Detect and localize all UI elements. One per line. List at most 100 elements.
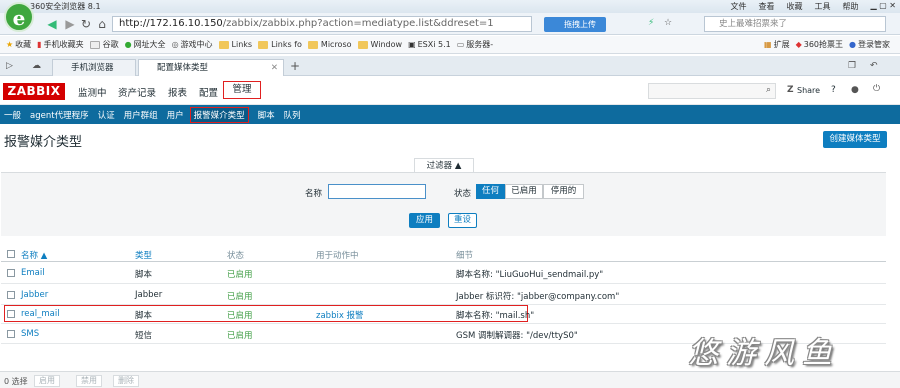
logout-icon[interactable]: ⏻ [873, 84, 880, 94]
bookmark-esxi[interactable]: ▣ ESXi 5.1 [408, 40, 451, 49]
menu-configuration[interactable]: 配置 [199, 85, 218, 99]
media-type-type: Jabber [135, 290, 163, 300]
subnav-queue[interactable]: 队列 [284, 109, 301, 121]
header-details: 细节 [456, 251, 474, 261]
subnav-proxies[interactable]: agent代理程序 [30, 109, 89, 121]
create-media-type-button[interactable]: 创建媒体类型 [823, 131, 887, 148]
menu-view[interactable]: 查看 [759, 1, 775, 12]
menu-file[interactable]: 文件 [731, 1, 747, 12]
media-type-type: 脚本 [135, 270, 153, 280]
refresh-icon[interactable]: ↻ [78, 16, 94, 32]
media-type-status[interactable]: 已启用 [227, 309, 253, 321]
subnav-general[interactable]: 一般 [4, 109, 21, 121]
browser-search-input[interactable]: 史上最难招票来了 [704, 16, 886, 32]
disable-button[interactable]: 禁用 [76, 375, 102, 387]
zabbix-search-input[interactable] [648, 83, 776, 99]
bookmark-google[interactable]: 谷歌 [89, 39, 119, 50]
media-type-status[interactable]: 已启用 [227, 329, 253, 341]
status-enabled-option[interactable]: 已启用 [505, 184, 543, 199]
subnav-scripts[interactable]: 脚本 [258, 109, 275, 121]
filter-name-input[interactable] [328, 184, 426, 199]
subnav-users[interactable]: 用户 [167, 109, 184, 121]
sidebar-toggle-icon[interactable]: ▷ [6, 61, 13, 71]
highlight-box [4, 305, 528, 322]
status-disabled-option[interactable]: 停用的 [543, 184, 584, 199]
forward-icon[interactable]: ▶ [62, 16, 78, 32]
page-title: 报警媒介类型 [4, 135, 83, 150]
menu-inventory[interactable]: 资产记录 [118, 85, 156, 99]
subnav-authentication[interactable]: 认证 [98, 109, 115, 121]
close-tab-icon[interactable]: ✕ [271, 60, 278, 76]
window-controls[interactable]: ▁ ▢ ✕ [871, 1, 897, 12]
tab-media-types[interactable]: 配置媒体类型 ✕ [138, 59, 284, 76]
star-icon[interactable]: ☆ [664, 18, 672, 28]
bookmark-ticket[interactable]: ◆ 360抢票王 [796, 39, 843, 50]
row-checkbox[interactable] [7, 269, 15, 277]
user-profile-icon[interactable]: ● [851, 85, 859, 95]
bookmark-login[interactable]: ● 登录管家 [849, 39, 890, 50]
header-divider [1, 261, 886, 262]
filter-tab[interactable]: 过滤器 ▲ [414, 158, 474, 173]
status-any-option[interactable]: 任何 [476, 184, 505, 199]
media-type-details: 脚本名称: "LiuGuoHui_sendmail.py" [456, 270, 604, 280]
home-icon[interactable]: ⌂ [94, 16, 110, 32]
subnav-user-groups[interactable]: 用户群组 [124, 109, 158, 121]
menu-tools[interactable]: 工具 [815, 1, 831, 12]
zabbix-logo[interactable]: ZABBIX [3, 83, 65, 100]
browser-title-bar: 360安全浏览器 8.1 文件 查看 收藏 工具 帮助 ▁ ▢ ✕ [0, 0, 900, 13]
back-icon[interactable]: ◀ [44, 16, 60, 32]
bookmark-extensions[interactable]: ▦ 扩展 [764, 39, 790, 50]
enable-button[interactable]: 启用 [34, 375, 60, 387]
media-type-details: Jabber 标识符: "jabber@company.com" [456, 292, 620, 302]
media-type-name-link[interactable]: Email [21, 268, 45, 278]
media-type-name-link[interactable]: real_mail [21, 309, 60, 319]
header-type[interactable]: 类型 [135, 249, 152, 261]
bookmark-favorites[interactable]: ★ 收藏 [6, 39, 31, 50]
row-checkbox[interactable] [7, 291, 15, 299]
select-all-checkbox[interactable] [7, 250, 15, 258]
bookmark-microsoft[interactable]: Microso [307, 40, 352, 49]
media-type-name-link[interactable]: Jabber [21, 290, 48, 300]
filter-status-label: 状态 [454, 189, 472, 199]
watermark: 悠游风鱼 [688, 336, 840, 371]
help-icon[interactable]: ? [831, 85, 836, 95]
media-type-action[interactable]: zabbix 报警 [316, 309, 364, 321]
search-icon[interactable]: ⌕ [766, 85, 771, 95]
menu-reports[interactable]: 报表 [168, 85, 187, 99]
undo-icon[interactable]: ↶ [870, 61, 878, 71]
zabbix-header: ZABBIX 监测中 资产记录 报表 配置 管理 ⌕ Z Share ? ● ⏻ [0, 77, 900, 105]
filter-apply-button[interactable]: 应用 [409, 213, 440, 228]
delete-button[interactable]: 删除 [113, 375, 139, 387]
cloud-icon[interactable]: ☁ [32, 61, 41, 71]
tab-mobile-browser[interactable]: 手机浏览器 [52, 59, 136, 76]
sub-navigation: 一般 agent代理程序 认证 用户群组 用户 报警媒介类型 脚本 队列 [0, 105, 900, 124]
url-host: http://172.16.10.150 [119, 18, 223, 29]
bookmark-sites[interactable]: ● 网址大全 [125, 39, 166, 50]
security-icon[interactable]: ⚡ [648, 18, 654, 28]
filter-reset-button[interactable]: 重设 [448, 213, 477, 228]
media-type-type: 脚本 [135, 311, 153, 321]
bookmark-links-fo[interactable]: Links fo [258, 40, 302, 49]
menu-favorites[interactable]: 收藏 [787, 1, 803, 12]
media-type-status[interactable]: 已启用 [227, 268, 253, 280]
url-input[interactable]: http://172.16.10.150/zabbix/zabbix.php?a… [112, 16, 532, 32]
row-checkbox[interactable] [7, 310, 15, 318]
upload-button[interactable]: 拖拽上传 [544, 17, 606, 32]
bookmark-mobile[interactable]: ▮ 手机收藏夹 [37, 39, 83, 50]
header-name[interactable]: 名称 ▲ [21, 249, 47, 261]
menu-monitoring[interactable]: 监测中 [78, 85, 107, 99]
bookmark-links[interactable]: Links [218, 40, 252, 49]
bookmark-windows[interactable]: Window [357, 40, 402, 49]
share-link[interactable]: Share [797, 86, 820, 95]
row-checkbox[interactable] [7, 330, 15, 338]
bookmark-games[interactable]: ◎ 游戏中心 [172, 39, 213, 50]
share-icon[interactable]: Z [787, 85, 794, 95]
menu-help[interactable]: 帮助 [843, 1, 859, 12]
new-tab-button[interactable]: + [290, 59, 300, 73]
subnav-media-types[interactable]: 报警媒介类型 [189, 106, 249, 123]
media-type-status[interactable]: 已启用 [227, 290, 253, 302]
restore-icon[interactable]: ❐ [848, 61, 856, 71]
bookmark-server[interactable]: ▭ 服务器- [457, 39, 493, 50]
menu-administration[interactable]: 管理 [223, 81, 261, 99]
media-type-name-link[interactable]: SMS [21, 329, 39, 339]
